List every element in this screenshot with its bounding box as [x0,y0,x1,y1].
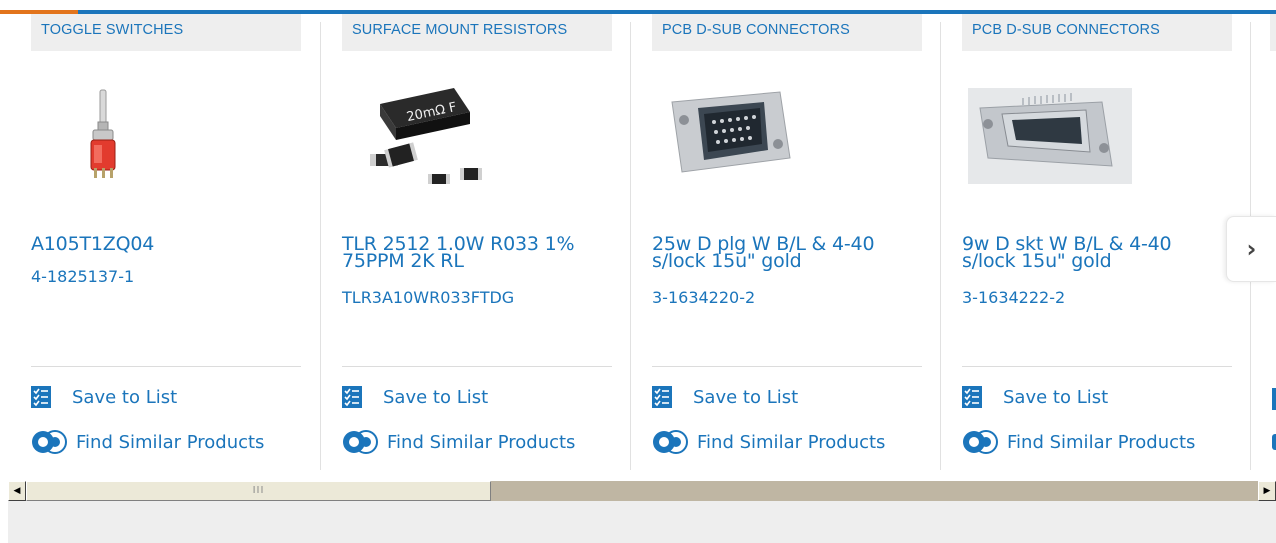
product-image-toggle-switch[interactable] [31,62,301,212]
find-similar-icon [343,430,378,454]
save-to-list-button[interactable]: Save to List [342,386,488,408]
product-title-line[interactable]: A105T1ZQ04 [31,235,293,254]
product-category[interactable]: PCB D-SUB CONNECTORS [652,14,922,51]
find-similar-label[interactable]: Find Similar Products [387,432,575,453]
product-card: PCB D-SUB CONNECTORS 9w D skt W B/L & 4-… [962,14,1232,470]
checklist-icon [31,386,51,408]
card-separator [342,366,612,367]
find-similar-label[interactable]: Find Similar Products [76,432,264,453]
product-title[interactable]: A105T1ZQ04 [31,235,293,254]
product-card: TOGGLE SWITCHES A105T1ZQ04 4-1825137-1 S… [31,14,301,470]
page-footer-area [8,501,1276,543]
find-similar-label[interactable]: Find Similar Products [1007,432,1195,453]
save-to-list-label[interactable]: Save to List [1003,387,1108,408]
product-card: SURFACE MOUNT RESISTORS 20mΩ F TLR 2512 … [342,14,612,470]
part-number[interactable]: TLR3A10WR033FTDG [342,288,514,307]
card-divider [320,22,321,470]
find-similar-label[interactable]: Find Similar Products [697,432,885,453]
next-card-checklist-icon-edge [1272,388,1276,410]
product-title[interactable]: TLR 2512 1.0W R033 1% 75PPM 2K RL [342,235,604,271]
checklist-icon [652,386,672,408]
card-divider [630,22,631,470]
save-to-list-label[interactable]: Save to List [72,387,177,408]
horizontal-scrollbar[interactable]: ◀ III ▶ [8,481,1276,501]
next-card-category-edge [1270,14,1276,51]
find-similar-icon [32,430,67,454]
find-similar-button[interactable]: Find Similar Products [962,430,1195,454]
product-card: PCB D-SUB CONNECTORS 25w D plg W B/L & 4… [652,14,922,470]
product-category[interactable]: SURFACE MOUNT RESISTORS [342,14,612,51]
find-similar-button[interactable]: Find Similar Products [652,430,885,454]
product-carousel: TOGGLE SWITCHES A105T1ZQ04 4-1825137-1 S… [0,14,1276,472]
scrollbar-track[interactable] [491,481,1258,501]
scroll-left-button[interactable]: ◀ [8,481,26,501]
scrollbar-thumb[interactable]: III [26,481,491,501]
save-to-list-button[interactable]: Save to List [962,386,1108,408]
product-title[interactable]: 25w D plg W B/L & 4-40 s/lock 15u" gold [652,235,914,271]
save-to-list-label[interactable]: Save to List [383,387,488,408]
save-to-list-button[interactable]: Save to List [652,386,798,408]
part-number[interactable]: 3-1634220-2 [652,288,755,307]
find-similar-icon [653,430,688,454]
find-similar-button[interactable]: Find Similar Products [31,430,264,454]
save-to-list-button[interactable]: Save to List [31,386,177,408]
checklist-icon [342,386,362,408]
scroll-right-button[interactable]: ▶ [1258,481,1276,501]
save-to-list-label[interactable]: Save to List [693,387,798,408]
next-card-find-icon-edge [1272,434,1276,450]
part-number[interactable]: 3-1634222-2 [962,288,1065,307]
product-category[interactable]: PCB D-SUB CONNECTORS [962,14,1232,51]
product-category[interactable]: TOGGLE SWITCHES [31,14,301,51]
card-separator [31,366,301,367]
find-similar-icon [963,430,998,454]
checklist-icon [962,386,982,408]
carousel-next-button[interactable]: › [1226,216,1276,282]
part-number[interactable]: 4-1825137-1 [31,267,134,286]
card-separator [962,366,1232,367]
product-title-line[interactable]: 75PPM 2K RL [342,252,604,271]
card-divider [940,22,941,470]
product-title-line[interactable]: s/lock 15u" gold [652,252,914,271]
product-title[interactable]: 9w D skt W B/L & 4-40 s/lock 15u" gold [962,235,1224,271]
product-image-dsub-socket[interactable] [962,62,1232,212]
chevron-right-icon: › [1246,235,1257,263]
product-title-line[interactable]: s/lock 15u" gold [962,252,1224,271]
product-image-smd-resistor[interactable]: 20mΩ F [342,62,612,212]
product-image-dsub-plug[interactable] [652,62,922,212]
find-similar-button[interactable]: Find Similar Products [342,430,575,454]
card-separator [652,366,922,367]
